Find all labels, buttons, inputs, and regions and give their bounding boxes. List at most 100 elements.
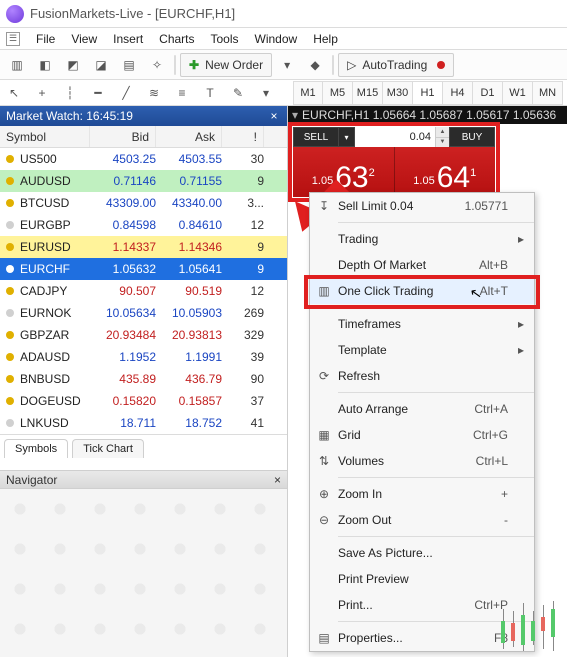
status-dot-icon [6, 155, 14, 163]
menu-item[interactable]: Save As Picture... [310, 540, 534, 566]
ask: 18.752 [162, 416, 228, 430]
col-spread[interactable]: ! [222, 126, 264, 147]
menu-view[interactable]: View [63, 30, 105, 48]
profiles-icon[interactable]: ◧ [32, 53, 58, 77]
status-dot-icon [6, 243, 14, 251]
expert-icon[interactable]: ◆ [302, 53, 328, 77]
volume-input[interactable]: 0.04 [355, 127, 435, 147]
menu-item[interactable]: ⊕Zoom In+ [310, 481, 534, 507]
menu-item[interactable]: ⇅VolumesCtrl+L [310, 448, 534, 474]
menu-item[interactable]: Print Preview [310, 566, 534, 592]
timeframe-m15[interactable]: M15 [353, 81, 383, 105]
menu-item[interactable]: Timeframes▸ [310, 311, 534, 337]
menu-item-shortcut: Ctrl+A [462, 402, 518, 416]
buy-price[interactable]: 1.05 64 1 [395, 147, 496, 197]
market-watch-row[interactable]: LNKUSD18.71118.75241 [0, 412, 287, 434]
dropdown-icon[interactable]: ▾ [292, 108, 298, 122]
bid: 10.05634 [96, 306, 162, 320]
shapes-tool-icon[interactable]: ▾ [256, 83, 276, 103]
menu-help[interactable]: Help [305, 30, 346, 48]
sell-dropdown[interactable]: ▾ [339, 127, 355, 147]
menu-item-label: Properties... [338, 631, 462, 645]
market-watch-row[interactable]: US5004503.254503.5530 [0, 148, 287, 170]
menu-item[interactable]: ▥One Click TradingAlt+T [310, 278, 534, 304]
market-watch-icon[interactable]: ◩ [60, 53, 86, 77]
close-icon[interactable]: × [274, 473, 281, 487]
menu-tools[interactable]: Tools [203, 30, 247, 48]
chart-window-icon[interactable]: ▥ [4, 53, 30, 77]
symbol: GBPZAR [20, 328, 96, 342]
main-toolbar: ▥ ◧ ◩ ◪ ▤ ✧ ✚ New Order ▾ ◆ ▷ AutoTradin… [0, 50, 567, 80]
col-ask[interactable]: Ask [156, 126, 222, 147]
market-watch-row[interactable]: CADJPY90.50790.51912 [0, 280, 287, 302]
timeframe-w1[interactable]: W1 [503, 81, 533, 105]
symbol: LNKUSD [20, 416, 96, 430]
menu-insert[interactable]: Insert [105, 30, 151, 48]
crosshair-tool-icon[interactable]: + [32, 83, 52, 103]
chart-area[interactable]: ▾ EURCHF,H1 1.05664 1.05687 1.05617 1.05… [288, 106, 567, 657]
menu-item-icon: ↧ [310, 199, 338, 213]
buy-button[interactable]: BUY [449, 127, 495, 147]
new-order-button[interactable]: ✚ New Order [180, 53, 272, 77]
timeframe-h4[interactable]: H4 [443, 81, 473, 105]
timeframe-m1[interactable]: M1 [293, 81, 323, 105]
menu-item[interactable]: ⟳Refresh [310, 363, 534, 389]
hline-tool-icon[interactable]: ━ [88, 83, 108, 103]
close-icon[interactable]: × [267, 109, 281, 123]
menu-item-label: Trading [338, 232, 462, 246]
market-watch-row[interactable]: EURCHF1.056321.056419 [0, 258, 287, 280]
autotrading-button[interactable]: ▷ AutoTrading [338, 53, 454, 77]
menu-window[interactable]: Window [247, 30, 306, 48]
navigator-icon[interactable]: ◪ [88, 53, 114, 77]
market-watch-row[interactable]: BTCUSD43309.0043340.003... [0, 192, 287, 214]
tab-symbols[interactable]: Symbols [4, 439, 68, 458]
market-watch-row[interactable]: ADAUSD1.19521.199139 [0, 346, 287, 368]
menu-item-label: Print Preview [338, 572, 462, 586]
timeframe-mn[interactable]: MN [533, 81, 563, 105]
market-watch-row[interactable]: AUDUSD0.711460.711559 [0, 170, 287, 192]
market-watch-row[interactable]: GBPZAR20.9348420.93813329 [0, 324, 287, 346]
menu-item-label: Sell Limit 0.04 [338, 199, 462, 213]
col-symbol[interactable]: Symbol [0, 126, 90, 147]
trendline-tool-icon[interactable]: ╱ [116, 83, 136, 103]
market-watch-row[interactable]: EURUSD1.143371.143469 [0, 236, 287, 258]
menu-charts[interactable]: Charts [151, 30, 202, 48]
ask: 90.519 [162, 284, 228, 298]
col-bid[interactable]: Bid [90, 126, 156, 147]
bid: 1.1952 [96, 350, 162, 364]
settings-icon[interactable]: ✧ [144, 53, 170, 77]
menu-item[interactable]: Template▸ [310, 337, 534, 363]
menu-item[interactable]: ⊖Zoom Out- [310, 507, 534, 533]
navigator-body[interactable] [0, 489, 287, 657]
menu-item[interactable]: ↧Sell Limit 0.041.05771 [310, 193, 534, 219]
status-dot-icon [6, 287, 14, 295]
market-watch-row[interactable]: BNBUSD435.89436.7990 [0, 368, 287, 390]
fibo-tool-icon[interactable]: ≡ [172, 83, 192, 103]
cursor-tool-icon[interactable]: ↖ [4, 83, 24, 103]
bid: 0.84598 [96, 218, 162, 232]
timeframe-m5[interactable]: M5 [323, 81, 353, 105]
system-menu-icon[interactable]: ☰ [6, 32, 20, 46]
timeframe-d1[interactable]: D1 [473, 81, 503, 105]
menu-file[interactable]: File [28, 30, 63, 48]
tab-tick-chart[interactable]: Tick Chart [72, 439, 144, 458]
menu-item[interactable]: Auto ArrangeCtrl+A [310, 396, 534, 422]
sell-button[interactable]: SELL [293, 127, 339, 147]
chart-type-icon[interactable]: ▾ [274, 53, 300, 77]
menu-item[interactable]: Depth Of MarketAlt+B [310, 252, 534, 278]
menu-item[interactable]: ▦GridCtrl+G [310, 422, 534, 448]
timeframe-h1[interactable]: H1 [413, 81, 443, 105]
market-watch-row[interactable]: DOGEUSD0.158200.1585737 [0, 390, 287, 412]
volume-stepper[interactable]: ▲▼ [435, 127, 449, 147]
timeframe-m30[interactable]: M30 [383, 81, 413, 105]
channel-tool-icon[interactable]: ≋ [144, 83, 164, 103]
menu-item[interactable]: Trading▸ [310, 226, 534, 252]
market-watch-row[interactable]: EURNOK10.0563410.05903269 [0, 302, 287, 324]
label-tool-icon[interactable]: ✎ [228, 83, 248, 103]
vline-tool-icon[interactable]: ┆ [60, 83, 80, 103]
market-watch-row[interactable]: EURGBP0.845980.8461012 [0, 214, 287, 236]
spread: 12 [228, 284, 270, 298]
spread: 9 [228, 262, 270, 276]
text-tool-icon[interactable]: T [200, 83, 220, 103]
terminal-icon[interactable]: ▤ [116, 53, 142, 77]
